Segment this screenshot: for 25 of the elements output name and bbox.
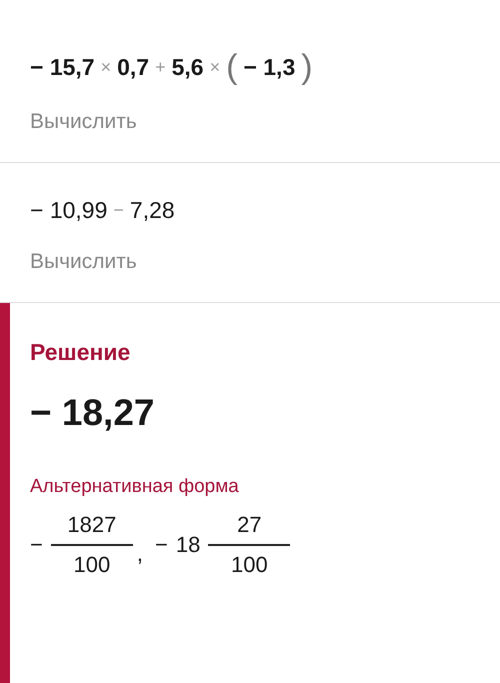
whole-part: 18 — [176, 532, 200, 558]
result-value: − 18,27 — [30, 392, 156, 434]
operator: × — [210, 56, 220, 78]
calculate-label[interactable]: Вычислить — [30, 110, 500, 134]
number: 7,28 — [130, 197, 175, 224]
number: − 1,3 — [243, 54, 296, 80]
operator: + — [155, 56, 166, 78]
number: 0,7 — [117, 54, 150, 80]
denominator: 100 — [230, 552, 268, 578]
number: − 15,7 — [30, 54, 95, 80]
numerator: 27 — [237, 512, 262, 538]
number: − 10,99 — [30, 197, 108, 224]
separator: , — [136, 541, 143, 567]
minus-sign: − — [30, 532, 43, 558]
operator: × — [100, 56, 112, 78]
solution-title: Решение — [30, 339, 132, 366]
numerator: 1827 — [67, 512, 116, 538]
alternative-form-title: Альтернативная форма — [30, 476, 240, 498]
calculate-label[interactable]: Вычислить — [30, 250, 500, 274]
parenthesis: ) — [301, 50, 313, 84]
parenthesis: ( — [226, 50, 238, 84]
minus-sign: − — [154, 532, 168, 558]
denominator: 100 — [74, 552, 110, 578]
number: 5,6 — [172, 54, 204, 80]
operator: − — [113, 200, 124, 221]
